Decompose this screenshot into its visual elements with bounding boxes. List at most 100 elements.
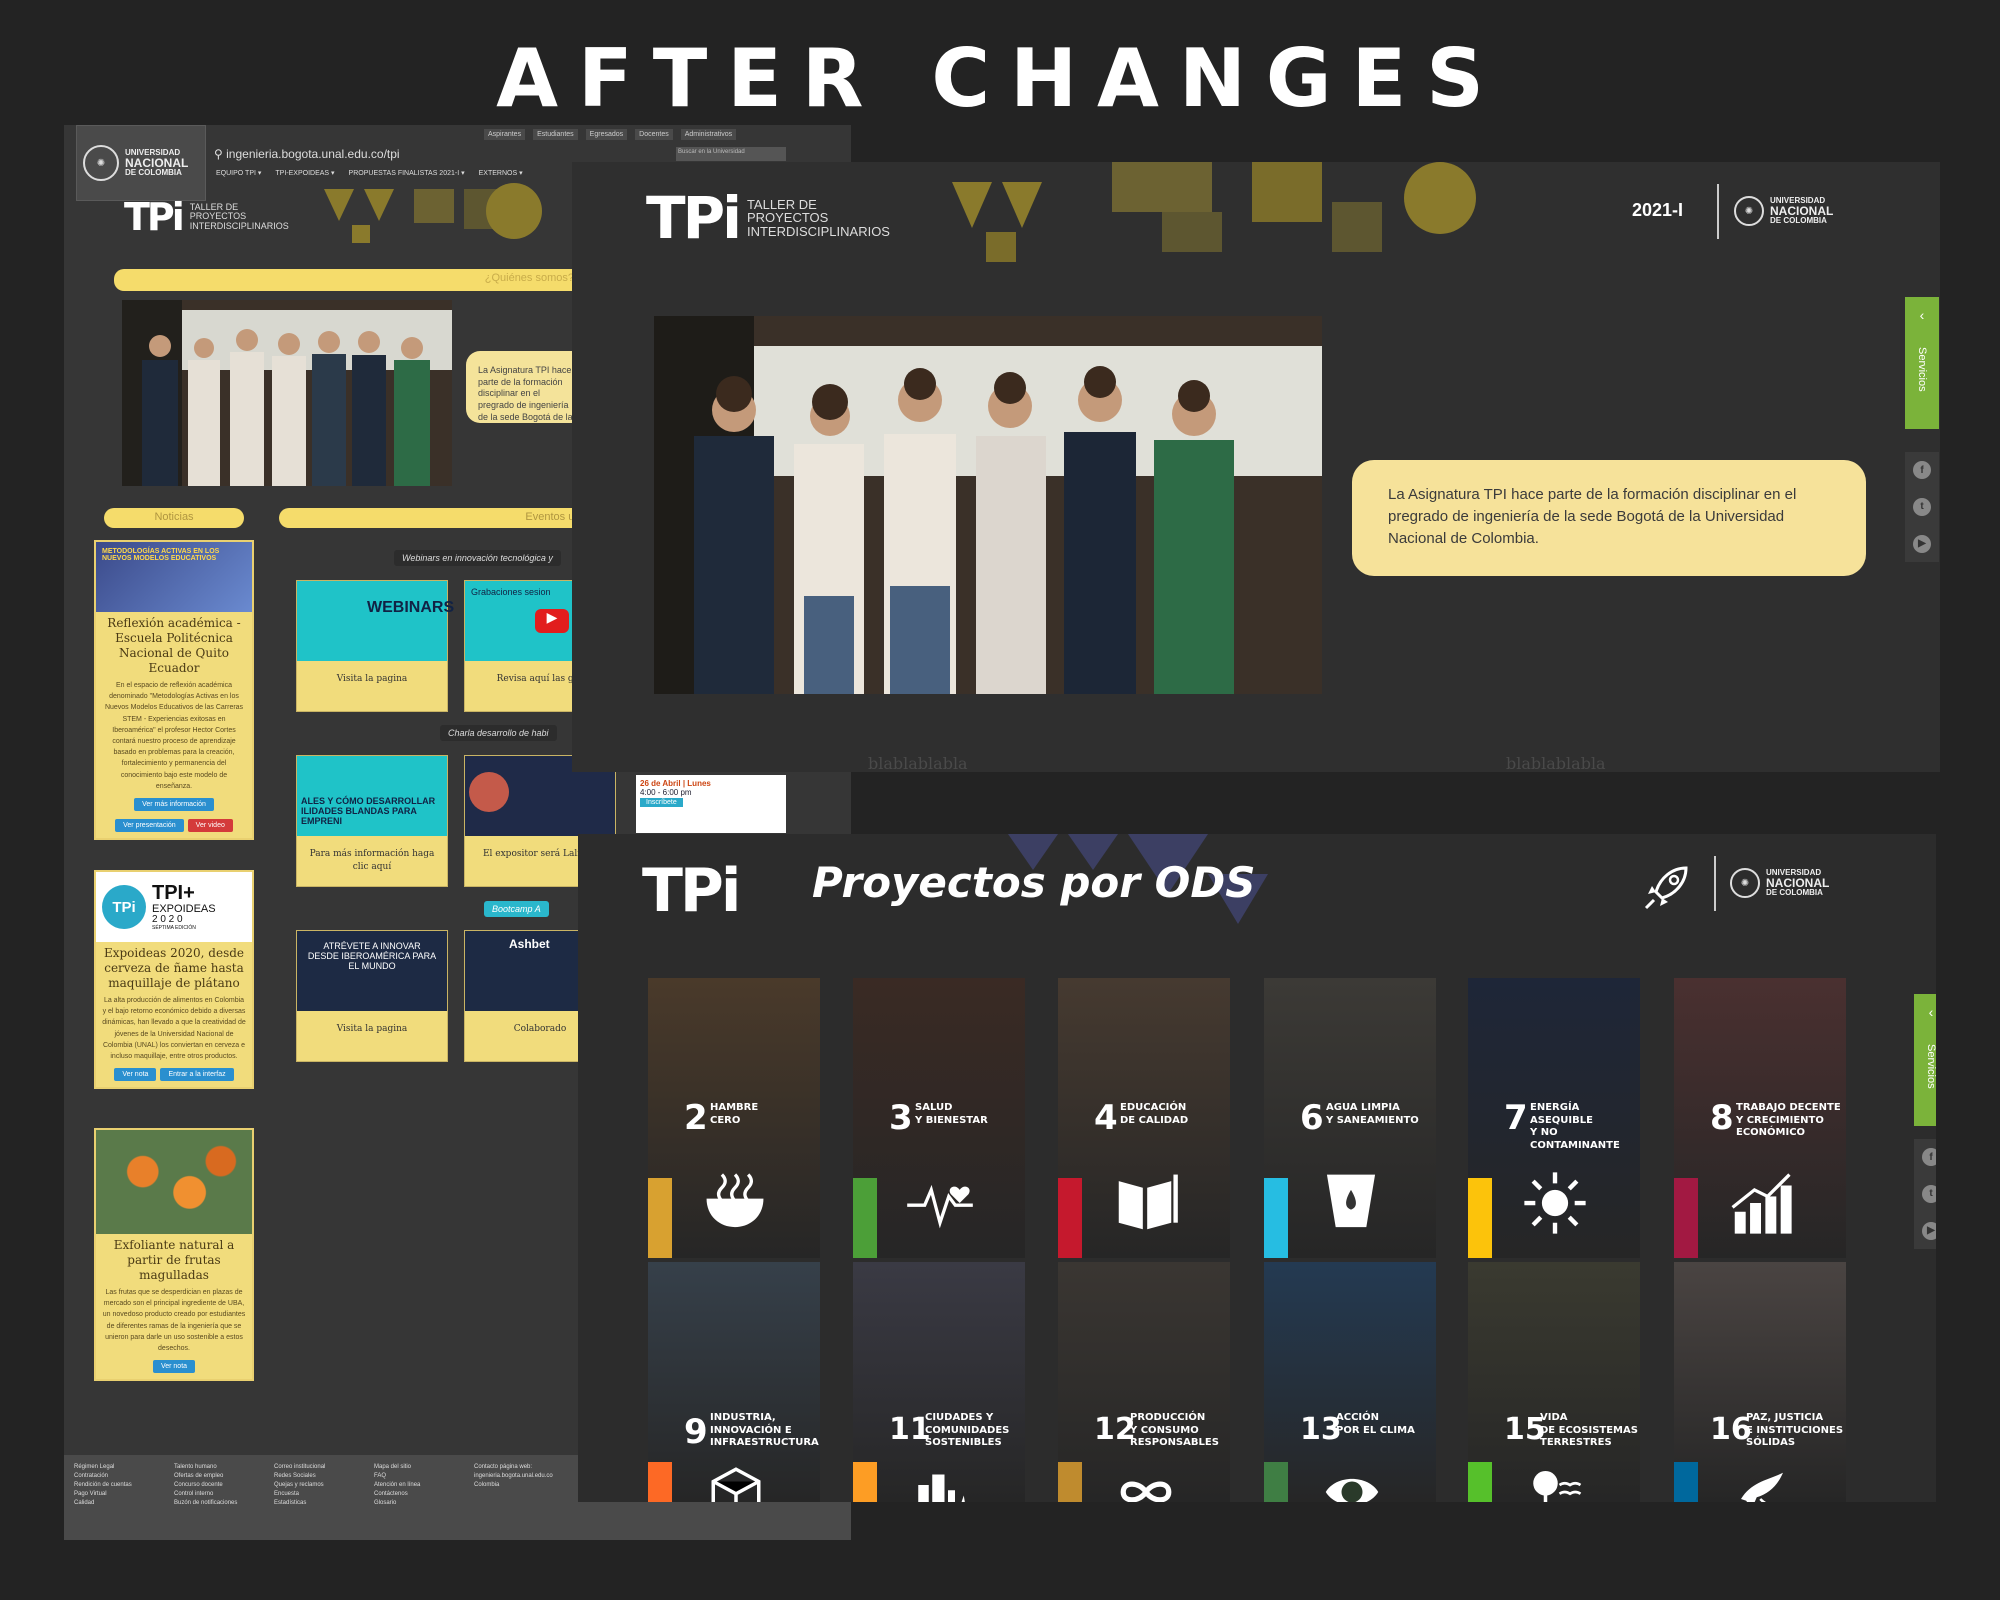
footer-link[interactable]: Encuesta bbox=[274, 1490, 354, 1499]
ods-number: 7 bbox=[1504, 1098, 1528, 1138]
unal-logo[interactable]: ✺ UNIVERSIDAD NACIONAL DE COLOMBIA bbox=[1730, 868, 1829, 898]
nav-estudiantes[interactable]: Estudiantes bbox=[533, 129, 578, 140]
facebook-icon[interactable]: f bbox=[1922, 1148, 1936, 1167]
footer-link[interactable]: Control interno bbox=[174, 1490, 254, 1499]
footer-link[interactable]: Glosario bbox=[374, 1499, 454, 1508]
footer-text: Colombia bbox=[474, 1482, 500, 1488]
news-card[interactable]: TPi TPI+ EXPOIDEAS 2 0 2 0 SÉPTIMA EDICI… bbox=[94, 870, 254, 1090]
menu-equipo-tpi[interactable]: EQUIPO TPI ▾ bbox=[216, 169, 261, 177]
chevron-left-icon[interactable]: ‹ bbox=[1920, 307, 1925, 323]
eye-globe-icon bbox=[1325, 1479, 1379, 1502]
ods-color-strip bbox=[648, 1178, 672, 1258]
promo-date: 26 de Abril | Lunes bbox=[640, 779, 711, 788]
footer-link[interactable]: Concurso docente bbox=[174, 1481, 254, 1490]
footer-link[interactable]: Pago Virtual bbox=[74, 1490, 154, 1499]
geometric-banner-shapes bbox=[324, 183, 542, 243]
footer-link[interactable]: Quejas y reclamos bbox=[274, 1481, 354, 1490]
expo-line4: SÉPTIMA EDICIÓN bbox=[152, 924, 196, 931]
unal-logo[interactable]: ✺ UNIVERSIDAD NACIONAL DE COLOMBIA bbox=[1734, 196, 1833, 226]
news-card[interactable]: METODOLOGÍAS ACTIVAS EN LOS NUEVOS MODEL… bbox=[94, 540, 254, 840]
footer-link[interactable]: Mapa del sitio bbox=[374, 1463, 454, 1472]
facebook-icon[interactable]: f bbox=[1913, 461, 1931, 480]
youtube-icon[interactable]: ▶ bbox=[1913, 534, 1931, 553]
ods-tile-16[interactable]: 16 PAZ, JUSTICIA E INSTITUCIONES SÓLIDAS bbox=[1674, 1262, 1846, 1502]
nav-docentes[interactable]: Docentes bbox=[635, 129, 673, 140]
ods-tile-15[interactable]: 15 VIDA DE ECOSISTEMAS TERRESTRES bbox=[1468, 1262, 1640, 1502]
menu-externos[interactable]: EXTERNOS ▾ bbox=[479, 169, 523, 177]
nav-egresados[interactable]: Egresados bbox=[585, 129, 628, 140]
footer-link[interactable]: Correo institucional bbox=[274, 1463, 354, 1472]
footer-link[interactable]: ingenieria.bogota.unal.edu.co bbox=[474, 1472, 574, 1481]
ods-color-strip bbox=[853, 1178, 877, 1258]
footer-link[interactable]: Estadísticas bbox=[274, 1499, 354, 1508]
nav-aspirantes[interactable]: Aspirantes bbox=[484, 129, 526, 140]
play-icon[interactable]: ▶ bbox=[535, 609, 569, 633]
event-card[interactable]: WEBINARS Visita la pagina bbox=[296, 580, 454, 712]
footer-link[interactable]: Redes Sociales bbox=[274, 1472, 354, 1481]
footer-link[interactable]: Contáctenos bbox=[374, 1490, 454, 1499]
footer-link[interactable]: Talento humano bbox=[174, 1463, 254, 1472]
url-text: ⚲ ingenieria.bogota.unal.edu.co/tpi bbox=[214, 147, 400, 161]
footer-link[interactable]: Atención en línea bbox=[374, 1481, 454, 1490]
top-nav: Aspirantes Estudiantes Egresados Docente… bbox=[484, 129, 737, 140]
entrar-interfaz-button[interactable]: Entrar a la interfaz bbox=[160, 1068, 234, 1082]
footer-link[interactable]: Régimen Legal bbox=[74, 1463, 154, 1472]
ods-tile-4[interactable]: 4 EDUCACIÓN DE CALIDAD bbox=[1058, 978, 1230, 1258]
ods-number: 8 bbox=[1710, 1098, 1734, 1138]
footer-link[interactable]: Calidad bbox=[74, 1499, 154, 1508]
servicios-tab[interactable]: ‹ Servicios bbox=[1905, 297, 1939, 429]
menu-tpi-expoideas[interactable]: TPI-EXPOIDEAS ▾ bbox=[275, 169, 334, 177]
promo-banner[interactable]: 26 de Abril | Lunes 4:00 - 6:00 pm Inscr… bbox=[636, 775, 786, 833]
period-label: 2021-I bbox=[1632, 200, 1684, 220]
expo-line1: TPI+ bbox=[152, 881, 195, 904]
youtube-icon[interactable]: ▶ bbox=[1922, 1221, 1936, 1240]
unal-line3: DE COLOMBIA bbox=[125, 168, 182, 177]
ods-tile-6[interactable]: 6 AGUA LIMPIA Y SANEAMIENTO bbox=[1264, 978, 1436, 1258]
ver-mas-informacion-button[interactable]: Ver más información bbox=[134, 797, 214, 811]
tpi-logo[interactable]: TPi bbox=[642, 856, 741, 926]
growth-chart-icon bbox=[1731, 1173, 1792, 1234]
twitter-icon[interactable]: t bbox=[1922, 1184, 1936, 1203]
ver-video-button[interactable]: Ver video bbox=[187, 818, 233, 832]
chevron-left-icon[interactable]: ‹ bbox=[1929, 1004, 1934, 1020]
footer-col: Mapa del sitio FAQ Atención en línea Contác… bbox=[374, 1463, 454, 1532]
speaker-avatar bbox=[469, 772, 509, 812]
ods-label: HAMBRE CERO bbox=[710, 1102, 759, 1126]
ods-tile-12[interactable]: 12 PRODUCCIÓN Y CONSUMO RESPONSABLES bbox=[1058, 1262, 1230, 1502]
team-photo bbox=[122, 300, 452, 486]
footer-link[interactable]: Ofertas de empleo bbox=[174, 1472, 254, 1481]
unal-logo[interactable]: ✺ UNIVERSIDAD NACIONAL DE COLOMBIA bbox=[76, 125, 206, 201]
ods-label: PRODUCCIÓN Y CONSUMO RESPONSABLES bbox=[1130, 1412, 1219, 1448]
tpi-line3: Interdisciplinarios bbox=[189, 220, 289, 231]
event-card[interactable]: ATRÉVETE A INNOVAR DESDE IBEROAMÉRICA PA… bbox=[296, 930, 448, 1062]
nav-administrativos[interactable]: Administrativos bbox=[680, 129, 737, 140]
ods-tile-2[interactable]: 2 HAMBRE CERO bbox=[648, 978, 820, 1258]
footer-link[interactable]: Buzón de notificaciones bbox=[174, 1499, 254, 1508]
ver-nota-button[interactable]: Ver nota bbox=[114, 1068, 157, 1082]
servicios-label: Servicios bbox=[1925, 1044, 1936, 1089]
footer-link[interactable]: Rendición de cuentas bbox=[74, 1481, 154, 1490]
tpi-logo[interactable]: TPi Taller de Proyectos Interdisciplinario… bbox=[124, 195, 289, 239]
event-image: ALES Y CÓMO DESARROLLAR ILIDADES BLANDAS… bbox=[297, 756, 447, 836]
ods-tile-9[interactable]: 9 INDUSTRIA, INNOVACIÓN E INFRAESTRUCTURA bbox=[648, 1262, 820, 1502]
footer-link[interactable]: Contratación bbox=[74, 1472, 154, 1481]
servicios-tab[interactable]: ‹ Servicios bbox=[1914, 994, 1936, 1126]
geometric-banner-shapes bbox=[952, 162, 1476, 262]
footer-link[interactable]: FAQ bbox=[374, 1472, 454, 1481]
menu-propuestas-finalistas[interactable]: PROPUESTAS FINALISTAS 2021-I ▾ bbox=[349, 169, 465, 177]
inscribete-button[interactable]: Inscríbete bbox=[640, 798, 683, 807]
twitter-icon[interactable]: t bbox=[1913, 497, 1931, 516]
ods-tile-7[interactable]: 7 ENERGÍA ASEQUIBLE Y NO CONTAMINANTE bbox=[1468, 978, 1640, 1258]
ver-presentacion-button[interactable]: Ver presentación bbox=[115, 818, 184, 832]
tree-icon bbox=[1533, 1471, 1582, 1502]
tpi-logo[interactable]: TPi Taller de Proyectos Interdisciplinario… bbox=[646, 184, 890, 252]
ods-tile-13[interactable]: 13 ACCIÓN POR EL CLIMA bbox=[1264, 1262, 1436, 1502]
ver-nota-button[interactable]: Ver nota bbox=[152, 1360, 196, 1374]
search-input[interactable]: Buscar en la Universidad bbox=[676, 147, 786, 161]
page-title: Proyectos por ODS bbox=[812, 858, 1256, 907]
event-card[interactable]: ALES Y CÓMO DESARROLLAR ILIDADES BLANDAS… bbox=[296, 755, 448, 887]
ods-tile-11[interactable]: 11 CIUDADES Y COMUNIDADES SOSTENIBLES bbox=[853, 1262, 1025, 1502]
news-card[interactable]: Exfoliante natural a partir de frutas ma… bbox=[94, 1128, 254, 1382]
ods-tile-3[interactable]: 3 SALUD Y BIENESTAR bbox=[853, 978, 1025, 1258]
ods-tile-8[interactable]: 8 TRABAJO DECENTE Y CRECIMIENTO ECONÓMICO bbox=[1674, 978, 1846, 1258]
